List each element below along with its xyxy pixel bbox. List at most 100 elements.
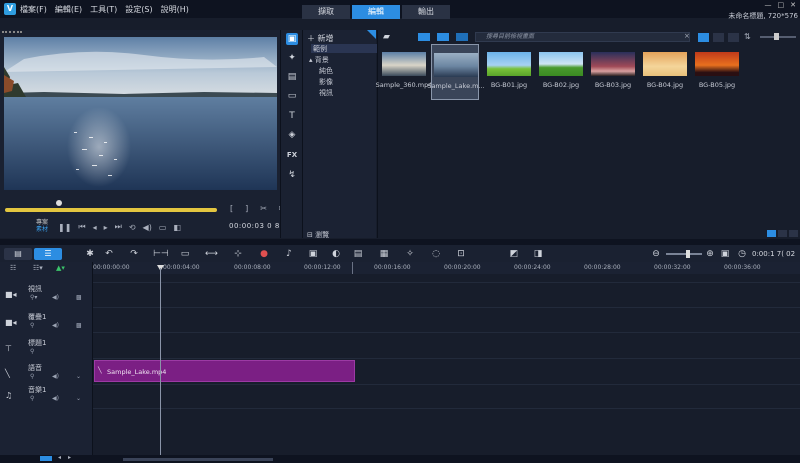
thumbnail-bg-b03[interactable]: BG-B03.jpg: [589, 48, 637, 98]
expand-track-icon[interactable]: ⌄: [76, 395, 81, 402]
tree-item-color[interactable]: 純色: [319, 66, 333, 76]
clip-mode-label[interactable]: 素材: [36, 226, 48, 233]
close-icon[interactable]: ✕: [790, 1, 796, 9]
crop-icon[interactable]: ⊡: [455, 248, 467, 260]
link-icon[interactable]: ⚲: [30, 373, 34, 380]
track-header-title[interactable]: ⊤ 標題1 ⚲: [0, 336, 93, 360]
preview-timecode[interactable]: 00:00:03 0 8: [229, 222, 280, 230]
tab-share[interactable]: 輸出: [402, 5, 450, 19]
link-icon[interactable]: ⚲: [30, 348, 34, 355]
timeline-zoom-slider[interactable]: [666, 253, 702, 255]
ripple-icon[interactable]: ▩: [76, 322, 82, 329]
filter-video-icon[interactable]: [418, 33, 430, 41]
mute-icon[interactable]: ◀): [52, 395, 59, 402]
menu-tools[interactable]: 工具(T): [90, 4, 117, 15]
timeline-ruler[interactable]: 00:00:00:00 00:00:04:00 00:00:08:00 00:0…: [93, 262, 800, 274]
subtitle-icon[interactable]: ▤: [352, 248, 364, 260]
redo-icon[interactable]: ↷: [128, 248, 140, 260]
thumbnail-bg-b04[interactable]: BG-B04.jpg: [641, 48, 689, 98]
show-library-icon[interactable]: [767, 230, 776, 237]
menu-help[interactable]: 說明(H): [161, 4, 189, 15]
thumbnail-bg-b01[interactable]: BG-B01.jpg: [485, 48, 533, 98]
fit-timeline-icon[interactable]: ▣: [719, 248, 731, 260]
pan-zoom-icon[interactable]: ▭: [179, 248, 191, 260]
multi-trim-icon[interactable]: ⊹: [232, 248, 244, 260]
timeline-view-button[interactable]: ☰: [34, 248, 62, 260]
fx-icon[interactable]: FX: [286, 149, 298, 161]
scrollbar-thumb[interactable]: [123, 458, 273, 461]
grid-view-button[interactable]: [728, 33, 739, 42]
thumbnail-bg-b05[interactable]: BG-B05.jpg: [693, 48, 741, 98]
mark-in-icon[interactable]: [: [230, 204, 233, 214]
timeline-zoom-knob[interactable]: [686, 250, 690, 258]
panel-grip[interactable]: [2, 31, 22, 33]
speed-icon[interactable]: ◌: [430, 248, 442, 260]
search-input[interactable]: 搜尋目前檢視畫面: [475, 32, 690, 42]
menu-file[interactable]: 檔案(F): [20, 4, 47, 15]
end-icon[interactable]: ⏭: [115, 222, 122, 232]
thumbnail-size-knob[interactable]: [774, 33, 779, 40]
timeline-clip[interactable]: ╲ Sample_Lake.mp4: [94, 360, 355, 382]
instant-project-icon[interactable]: ✦: [286, 52, 298, 64]
scroll-mode-button[interactable]: [40, 456, 52, 461]
time-remap-icon[interactable]: ✧: [404, 248, 416, 260]
volume-icon[interactable]: ◀): [143, 223, 152, 232]
tree-item-image[interactable]: 影像: [319, 77, 333, 87]
expand-track-icon[interactable]: ⌄: [76, 373, 81, 380]
maximize-icon[interactable]: □: [778, 1, 785, 9]
menu-edit[interactable]: 編輯(E): [55, 4, 82, 15]
tree-item-background[interactable]: ▴ 背景: [309, 55, 329, 65]
track-header-overlay[interactable]: ■◂ 覆疊1 ⚲ ◀) ▩: [0, 310, 93, 334]
zoom-out-icon[interactable]: ⊖: [650, 248, 662, 260]
motion-tracking-icon[interactable]: ◐: [330, 248, 342, 260]
transition-icon[interactable]: ▤: [286, 71, 298, 83]
graphics-icon[interactable]: ◈: [286, 129, 298, 141]
fit-icon[interactable]: ⊢⊣: [153, 248, 169, 260]
menu-settings[interactable]: 設定(S): [125, 4, 152, 15]
media-icon[interactable]: ▣: [286, 33, 298, 45]
thumbnail-sample-lake[interactable]: Sample_Lake.m...: [427, 44, 485, 100]
search-clear-icon[interactable]: ×: [684, 32, 690, 40]
multicam-icon[interactable]: ▦: [378, 248, 390, 260]
mute-icon[interactable]: ◀): [52, 373, 59, 380]
repeat-icon[interactable]: ⟲: [129, 223, 136, 232]
record-icon[interactable]: ●: [258, 248, 270, 260]
add-chapter-icon[interactable]: ☷▾: [33, 264, 43, 272]
ripple-icon[interactable]: ▩: [76, 294, 82, 301]
thumbnail-bg-b02[interactable]: BG-B02.jpg: [537, 48, 585, 98]
title-frame-icon[interactable]: ▭: [286, 90, 298, 102]
scroll-left-icon[interactable]: ◂: [58, 454, 61, 461]
change-aspect-icon[interactable]: ◧: [173, 223, 181, 232]
filter-audio-icon[interactable]: [456, 33, 468, 41]
text-icon[interactable]: T: [286, 110, 298, 122]
scrub-bar[interactable]: [5, 208, 217, 212]
link-icon[interactable]: ⚲: [30, 395, 34, 402]
project-mode-label[interactable]: 專案: [36, 219, 48, 226]
list-view-button[interactable]: [713, 33, 724, 42]
mask-icon[interactable]: ▣: [307, 248, 319, 260]
split-screen-icon[interactable]: ⟷: [205, 248, 218, 260]
show-options-icon[interactable]: [778, 230, 787, 237]
home-icon[interactable]: ⏮: [78, 222, 85, 232]
tab-capture[interactable]: 擷取: [302, 5, 350, 19]
minimize-icon[interactable]: —: [765, 1, 772, 9]
enable-ripple-icon[interactable]: ▲▾: [56, 264, 65, 272]
mask-creator-icon[interactable]: ◩: [508, 248, 520, 260]
thumbnail-sample-360[interactable]: Sample_360.mp4: [376, 48, 432, 98]
hd-preview-icon[interactable]: ▭: [159, 223, 167, 232]
thumbnail-view-button[interactable]: [698, 33, 709, 42]
previous-frame-icon[interactable]: ◂: [93, 223, 97, 232]
track-manager-icon[interactable]: ☷: [10, 264, 16, 272]
tree-item-samples[interactable]: 範例: [311, 44, 377, 53]
next-frame-icon[interactable]: ▸: [104, 223, 108, 232]
mark-out-icon[interactable]: ]: [245, 204, 248, 214]
mute-icon[interactable]: ◀): [52, 294, 59, 301]
storyboard-view-button[interactable]: ▤: [4, 248, 32, 260]
zoom-in-icon[interactable]: ⊕: [704, 248, 716, 260]
add-folder-button[interactable]: ＋ 新增: [307, 33, 334, 44]
import-folder-icon[interactable]: ▰: [383, 32, 390, 42]
link-icon[interactable]: ⚲: [30, 322, 34, 329]
link-icon[interactable]: ⚲▾: [30, 294, 37, 301]
filter-photo-icon[interactable]: [437, 33, 449, 41]
scroll-right-icon[interactable]: ▸: [68, 454, 71, 461]
